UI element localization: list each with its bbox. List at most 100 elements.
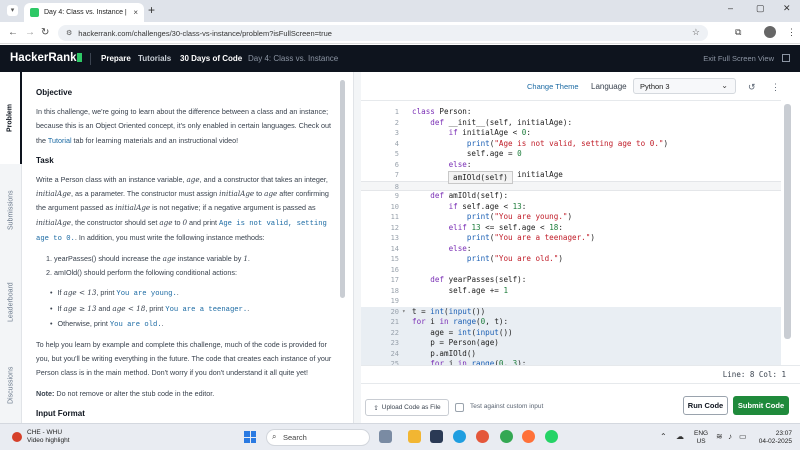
site-info-icon[interactable]: ⚙ — [66, 29, 72, 37]
system-clock[interactable]: 23:07 04-02-2025 — [750, 430, 792, 446]
code-line[interactable]: 7 self.age = initialAge — [361, 170, 781, 181]
restore-code-icon[interactable]: ↺ — [748, 82, 756, 93]
editor-toolbar: Change Theme Language Python 3 ⌄ ↺ ⋮ — [361, 72, 800, 100]
tab-leaderboard[interactable]: Leaderboard — [0, 256, 22, 348]
breadcrumb-current: Day 4: Class vs. Instance — [248, 54, 339, 63]
nav-tutorials[interactable]: Tutorials — [138, 54, 171, 63]
upload-code-button[interactable]: ⇪ Upload Code as File — [365, 399, 449, 416]
close-tab-icon[interactable]: × — [133, 8, 138, 17]
onedrive-icon[interactable]: ☁ — [676, 432, 684, 441]
code-line[interactable]: 15 print("You are old.") — [361, 254, 781, 265]
code-line[interactable]: 4 print("Age is not valid, setting age t… — [361, 139, 781, 150]
close-window-button[interactable]: ✕ — [783, 3, 791, 14]
taskbar-search[interactable]: ⌕ Search — [266, 429, 370, 446]
weather-widget[interactable]: CHE - WHU Video highlight — [12, 429, 70, 445]
code-line[interactable]: 18 self.age += 1 — [361, 286, 781, 297]
new-tab-button[interactable]: + — [148, 3, 155, 17]
fold-chevron-icon[interactable]: ▾ — [402, 307, 406, 318]
editor-settings-icon[interactable]: ⋮ — [771, 82, 780, 93]
task-view-icon[interactable] — [379, 430, 392, 443]
tutorial-link[interactable]: Tutorial — [48, 136, 72, 145]
battery-icon[interactable]: ▭ — [739, 432, 747, 441]
code-line[interactable]: 19 — [361, 296, 781, 307]
edge-icon[interactable] — [453, 430, 466, 443]
pane-divider[interactable] — [353, 72, 361, 423]
code-line[interactable]: 11 print("You are young.") — [361, 212, 781, 223]
file-explorer-icon[interactable] — [408, 430, 421, 443]
code-line[interactable]: 10 if self.age < 13: — [361, 202, 781, 213]
code-text: age = int(input()) — [412, 327, 513, 337]
forward-arrow-icon[interactable]: → — [25, 27, 35, 38]
code-line[interactable]: 17 def yearPasses(self): — [361, 275, 781, 286]
run-code-button[interactable]: Run Code — [683, 396, 728, 415]
code-line[interactable]: 2 def __init__(self, initialAge): — [361, 118, 781, 129]
exit-fullscreen-icon[interactable] — [782, 54, 790, 62]
code-line[interactable]: 20 ▾ t = int(input()) — [361, 306, 781, 318]
reload-icon[interactable]: ↻ — [41, 27, 49, 38]
start-button[interactable] — [244, 431, 256, 443]
line-number: 24 — [390, 349, 399, 358]
code-line[interactable]: 13 print("You are a teenager.") — [361, 233, 781, 244]
back-arrow-icon[interactable]: ← — [8, 27, 18, 38]
submit-code-button[interactable]: Submit Code — [733, 396, 789, 415]
code-text: else: — [448, 159, 472, 169]
code-line[interactable]: 16 — [361, 265, 781, 276]
nav-prepare[interactable]: Prepare — [101, 54, 131, 63]
exit-fullscreen-link[interactable]: Exit Full Screen View — [703, 54, 774, 63]
tab-title: Day 4: Class vs. Instance | Hack — [44, 9, 128, 16]
profile-avatar[interactable] — [764, 26, 776, 38]
line-number: 14 — [390, 244, 399, 253]
line-number: 9 — [394, 192, 399, 200]
nav-30-days-of-code[interactable]: 30 Days of Code — [180, 54, 242, 63]
input-language[interactable]: ENG US — [694, 430, 708, 446]
code-editor[interactable]: 25 for j in range(0, 3): 24 p.amIOld() 23 … — [361, 100, 781, 365]
code-line[interactable]: 9 def amIOld(self): — [361, 191, 781, 202]
code-line[interactable]: 22 age = int(input()) — [361, 327, 781, 338]
code-line[interactable]: 24 p.amIOld() — [361, 348, 781, 359]
tab-submissions[interactable]: Submissions — [0, 164, 22, 256]
tab-search-icon[interactable]: ▾ — [7, 5, 18, 16]
logo-square-icon — [77, 53, 83, 62]
volume-icon[interactable]: ♪ — [728, 432, 732, 441]
app-icon[interactable] — [430, 430, 443, 443]
hackerrank-logo[interactable]: HackerRank — [10, 52, 83, 64]
firefox-icon[interactable] — [522, 430, 535, 443]
line-number: 3 — [394, 129, 399, 137]
editor-scrollbar[interactable] — [784, 104, 791, 339]
line-number: 16 — [390, 265, 399, 274]
autocomplete-popup[interactable]: amIOld(self) — [448, 171, 513, 184]
objective-text: In this challenge, we're going to learn … — [36, 107, 332, 145]
code-line[interactable]: 1 class Person: — [361, 107, 781, 118]
minimize-button[interactable]: – — [728, 3, 733, 13]
problem-scrollbar[interactable] — [340, 80, 345, 298]
tray-overflow-icon[interactable]: ⌃ — [660, 432, 667, 441]
url-field[interactable]: ⚙ hackerrank.com/challenges/30-class-vs-… — [58, 25, 708, 41]
code-line[interactable]: 21 for i in range(0, t): — [361, 317, 781, 328]
code-line[interactable]: 23 p = Person(age) — [361, 338, 781, 349]
code-line[interactable]: 3 if initialAge < 0: — [361, 128, 781, 139]
browser-menu-icon[interactable]: ⋮ — [787, 27, 796, 38]
language-label: Language — [591, 82, 627, 91]
code-line[interactable]: 8 — [361, 180, 781, 191]
browser-tab-bar: ▾ Day 4: Class vs. Instance | Hack × + –… — [0, 0, 800, 22]
app-icon-2[interactable] — [476, 430, 489, 443]
tab-discussions[interactable]: Discussions — [0, 348, 22, 423]
custom-input-checkbox[interactable] — [455, 403, 464, 412]
tab-problem[interactable]: Problem — [0, 72, 22, 164]
wifi-icon[interactable]: ≋ — [716, 432, 723, 441]
code-line[interactable]: 6 else: — [361, 160, 781, 171]
change-theme-link[interactable]: Change Theme — [527, 82, 579, 91]
bookmark-star-icon[interactable]: ☆ — [692, 27, 700, 38]
extensions-icon[interactable]: ⧉ — [735, 27, 741, 38]
code-text: t = int(input()) — [412, 306, 486, 316]
whatsapp-icon[interactable] — [545, 430, 558, 443]
code-line[interactable]: 14 else: — [361, 244, 781, 255]
code-line[interactable]: 12 elif 13 <= self.age < 18: — [361, 223, 781, 234]
browser-tab[interactable]: Day 4: Class vs. Instance | Hack × — [24, 3, 144, 22]
code-line[interactable]: 5 self.age = 0 — [361, 149, 781, 160]
code-text: print("You are young.") — [466, 212, 573, 221]
language-select[interactable]: Python 3 ⌄ — [633, 78, 736, 94]
maximize-button[interactable]: ▢ — [756, 3, 765, 14]
line-number: 2 — [394, 118, 399, 127]
chrome-icon[interactable] — [500, 430, 513, 443]
